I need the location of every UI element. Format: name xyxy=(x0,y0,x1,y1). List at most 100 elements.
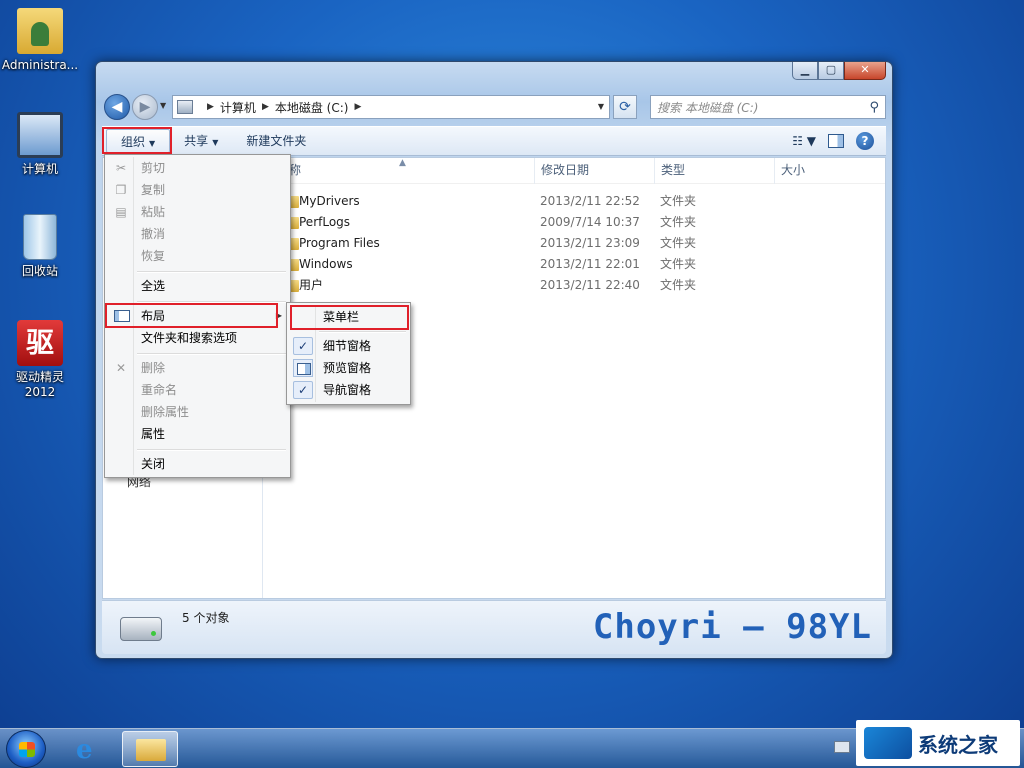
share-label: 共享 xyxy=(184,134,209,148)
recent-pages-dropdown-icon[interactable]: ▼ xyxy=(160,101,166,110)
menu-item-close[interactable]: 关闭 xyxy=(107,453,288,475)
logo-mark-icon xyxy=(864,727,912,759)
column-header-size[interactable]: 大小 xyxy=(774,158,884,184)
forward-arrow-icon[interactable]: ▶ xyxy=(132,94,158,120)
highlight-organize xyxy=(102,127,172,154)
toolbar-right-group: ☷ ▼ ? xyxy=(792,132,886,150)
search-input[interactable]: 搜索 本地磁盘 (C:) ⚲ xyxy=(650,95,886,119)
preview-pane-icon xyxy=(293,359,313,377)
highlight-layout xyxy=(105,303,278,328)
start-button-icon[interactable] xyxy=(6,730,46,768)
new-folder-button[interactable]: 新建文件夹 xyxy=(232,129,320,153)
file-date: 2013/2/11 22:01 xyxy=(540,257,640,271)
watermark-text: Choyri — 98YL xyxy=(592,607,872,647)
address-dropdown-icon[interactable]: ▼ xyxy=(593,96,609,118)
desktop-icon-recycle-bin[interactable]: 回收站 xyxy=(0,214,80,279)
menu-label: 细节窗格 xyxy=(323,339,372,353)
menu-item-paste[interactable]: ▤ 粘贴 xyxy=(107,201,288,223)
file-date: 2013/2/11 22:40 xyxy=(540,278,640,292)
column-header-type[interactable]: 类型 xyxy=(654,158,774,184)
taskbar-internet-explorer[interactable]: e xyxy=(62,731,118,767)
menu-separator xyxy=(137,449,286,451)
breadcrumb-computer[interactable]: 计算机 xyxy=(220,99,256,116)
menu-item-navigation-pane[interactable]: ✓ 导航窗格 xyxy=(289,379,408,401)
menu-item-select-all[interactable]: 全选 xyxy=(107,275,288,297)
menu-item-details-pane[interactable]: ✓ 细节窗格 xyxy=(289,335,408,357)
menu-label: 关闭 xyxy=(141,457,166,471)
menu-item-folder-options[interactable]: 文件夹和搜索选项 xyxy=(107,327,288,349)
desktop-icon-label-line1: 驱动精灵 xyxy=(15,370,64,384)
scissors-icon: ✂ xyxy=(115,161,127,175)
menu-label: 全选 xyxy=(141,279,166,293)
file-type: 文件夹 xyxy=(660,278,697,292)
file-type: 文件夹 xyxy=(660,215,697,229)
keyboard-icon[interactable] xyxy=(834,741,850,753)
menu-label: 撤消 xyxy=(141,227,166,241)
file-name: Windows xyxy=(299,257,353,271)
file-row-mydrivers[interactable]: MyDrivers 2013/2/11 22:52 文件夹 xyxy=(263,191,885,212)
refresh-icon[interactable]: ⟳ xyxy=(613,95,637,119)
file-name: MyDrivers xyxy=(299,194,360,208)
search-icon[interactable]: ⚲ xyxy=(869,100,879,115)
column-headers: 称 ▲ 修改日期 类型 大小 xyxy=(263,158,885,184)
sort-ascending-icon: ▲ xyxy=(399,158,406,168)
user-folder-icon xyxy=(17,8,63,54)
details-pane: 5 个对象 Choyri — 98YL xyxy=(102,600,886,654)
copy-icon: ❐ xyxy=(115,183,127,197)
preview-pane-icon[interactable] xyxy=(828,134,844,148)
file-row-users[interactable]: 用户 2013/2/11 22:40 文件夹 xyxy=(263,275,885,296)
file-date: 2009/7/14 10:37 xyxy=(540,215,640,229)
computer-icon xyxy=(17,112,63,158)
share-button[interactable]: 共享 ▼ xyxy=(170,129,232,153)
menu-item-undo[interactable]: 撤消 xyxy=(107,223,288,245)
menu-label: 属性 xyxy=(141,427,166,441)
column-header-name[interactable]: 称 xyxy=(283,158,540,184)
menu-label: 删除 xyxy=(141,361,166,375)
menu-item-delete[interactable]: ✕ 删除 xyxy=(107,357,288,379)
site-logo: 系统之家 xyxy=(856,720,1020,766)
breadcrumb-local-disk[interactable]: 本地磁盘 (C:) xyxy=(275,99,349,116)
command-bar: 组织 ▼ 共享 ▼ 新建文件夹 ☷ ▼ ? xyxy=(102,126,886,156)
file-type: 文件夹 xyxy=(660,194,697,208)
logo-text: 系统之家 xyxy=(918,732,998,757)
column-header-date[interactable]: 修改日期 xyxy=(534,158,654,184)
menu-label: 剪切 xyxy=(141,161,166,175)
breadcrumb-separator-icon[interactable]: ▶ xyxy=(354,102,361,112)
delete-icon: ✕ xyxy=(115,361,127,375)
menu-item-cut[interactable]: ✂ 剪切 xyxy=(107,157,288,179)
caption-buttons: ▁ ▢ ✕ xyxy=(792,62,886,80)
menu-item-properties[interactable]: 属性 xyxy=(107,423,288,445)
desktop-icon-driver-genius[interactable]: 驱 驱动精灵 2012 xyxy=(0,320,80,400)
address-bar[interactable]: ▶ 计算机 ▶ 本地磁盘 (C:) ▶ ▼ xyxy=(172,95,610,119)
file-row-program-files[interactable]: Program Files 2013/2/11 23:09 文件夹 xyxy=(263,233,885,254)
menu-separator xyxy=(137,353,286,355)
menu-item-preview-pane[interactable]: 预览窗格 xyxy=(289,357,408,379)
maximize-button[interactable]: ▢ xyxy=(818,62,844,80)
change-view-icon[interactable]: ☷ ▼ xyxy=(792,134,816,148)
menu-label: 恢复 xyxy=(141,249,166,263)
internet-explorer-icon: e xyxy=(76,735,93,765)
back-arrow-icon[interactable]: ◀ xyxy=(104,94,130,120)
hard-drive-icon xyxy=(120,617,162,641)
object-count: 5 个对象 xyxy=(182,611,230,625)
breadcrumb-separator-icon[interactable]: ▶ xyxy=(207,102,214,112)
menu-label: 粘贴 xyxy=(141,205,166,219)
taskbar-windows-explorer[interactable] xyxy=(122,731,178,767)
desktop-icon-administrator[interactable]: Administra... xyxy=(0,8,80,73)
menu-item-remove-properties[interactable]: 删除属性 xyxy=(107,401,288,423)
menu-item-redo[interactable]: 恢复 xyxy=(107,245,288,267)
breadcrumb-separator-icon[interactable]: ▶ xyxy=(262,102,269,112)
file-row-windows[interactable]: Windows 2013/2/11 22:01 文件夹 xyxy=(263,254,885,275)
checkmark-icon: ✓ xyxy=(293,337,313,355)
help-icon[interactable]: ? xyxy=(856,132,874,150)
chevron-down-icon: ▼ xyxy=(212,138,219,147)
menu-item-copy[interactable]: ❐ 复制 xyxy=(107,179,288,201)
file-row-perflogs[interactable]: PerfLogs 2009/7/14 10:37 文件夹 xyxy=(263,212,885,233)
minimize-button[interactable]: ▁ xyxy=(792,62,818,80)
menu-item-rename[interactable]: 重命名 xyxy=(107,379,288,401)
desktop-icon-label-line2: 2012 xyxy=(24,385,56,399)
close-button[interactable]: ✕ xyxy=(844,62,886,80)
file-date: 2013/2/11 22:52 xyxy=(540,194,640,208)
menu-label: 重命名 xyxy=(141,383,178,397)
desktop-icon-computer[interactable]: 计算机 xyxy=(0,112,80,177)
